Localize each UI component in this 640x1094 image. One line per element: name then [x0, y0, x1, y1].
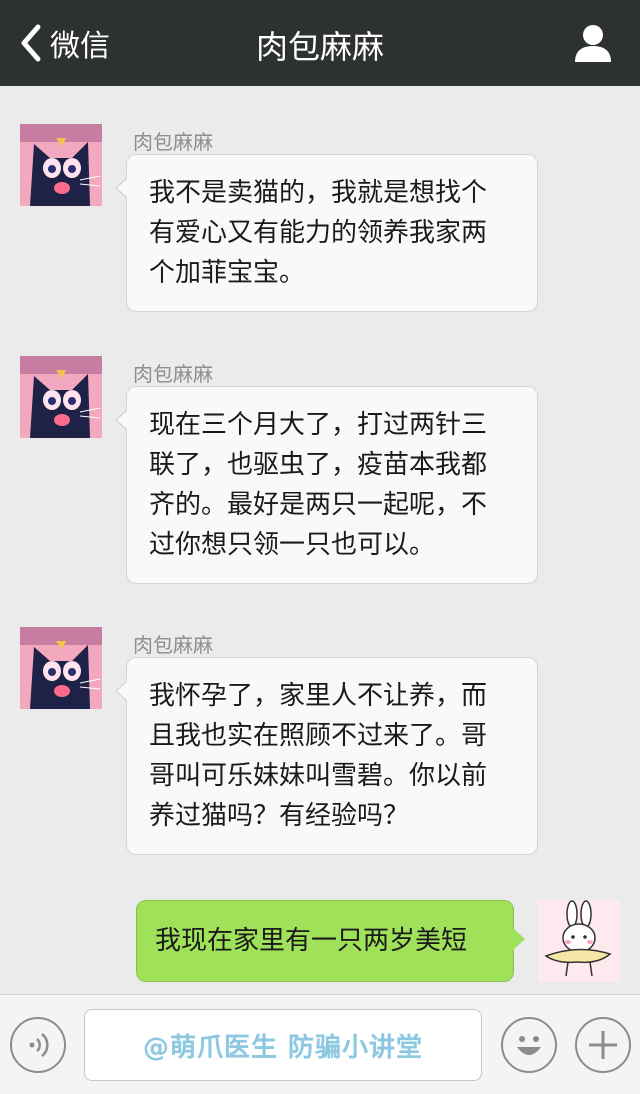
- chat-title: 肉包麻麻: [255, 28, 384, 66]
- sender-name: 肉包麻麻: [133, 633, 213, 657]
- message-line: 个加菲宝宝。: [149, 258, 306, 288]
- incoming-message-bubble[interactable]: 我不是卖猫的，我就是想找个 有爱心又有能力的领养我家两 个加菲宝宝。: [115, 154, 538, 312]
- person-icon[interactable]: [572, 22, 614, 64]
- input-toolbar: @萌爪医生 防骗小讲堂: [0, 994, 640, 1094]
- message-line: 养过猫吗？有经验吗？: [149, 801, 410, 831]
- message-line: 我怀孕了，家里人不让养，而: [149, 681, 488, 711]
- incoming-message-bubble[interactable]: 现在三个月大了，打过两针三 联了，也驱虫了，疫苗本我都 齐的。最好是两只一起呢，…: [115, 386, 538, 584]
- message-line: 且我也实在照顾不过来了。哥: [149, 721, 488, 751]
- message-line: 哥叫可乐妹妹叫雪碧。你以前: [149, 761, 488, 791]
- watermark-text: @萌爪医生 防骗小讲堂: [142, 1032, 424, 1063]
- more-button[interactable]: [575, 1017, 631, 1073]
- message-line: 齐的。最好是两只一起呢，不: [149, 490, 488, 520]
- incoming-message-bubble[interactable]: 我怀孕了，家里人不让养，而 且我也实在照顾不过来了。哥 哥叫可乐妹妹叫雪碧。你以…: [115, 657, 538, 855]
- emoji-button[interactable]: [501, 1017, 557, 1073]
- message-input[interactable]: @萌爪医生 防骗小讲堂: [84, 1009, 482, 1081]
- message-line: 现在三个月大了，打过两针三: [149, 410, 488, 440]
- sender-name: 肉包麻麻: [133, 130, 213, 154]
- cat-avatar[interactable]: [20, 356, 102, 438]
- cat-avatar[interactable]: [20, 124, 102, 206]
- message-line: 联了，也驱虫了，疫苗本我都: [149, 450, 488, 480]
- bunny-avatar[interactable]: [538, 900, 620, 982]
- outgoing-message-bubble[interactable]: 我现在家里有一只两岁美短: [136, 900, 525, 982]
- emoji-icon: [517, 1036, 541, 1055]
- voice-icon: [29, 1033, 49, 1057]
- message-line: 我不是卖猫的，我就是想找个: [149, 178, 488, 208]
- plus-icon: [589, 1031, 617, 1059]
- chat-header: 微信 肉包麻麻: [0, 0, 640, 86]
- sender-name: 肉包麻麻: [133, 362, 213, 386]
- voice-button[interactable]: [10, 1017, 66, 1073]
- message-line: 有爱心又有能力的领养我家两: [149, 218, 488, 248]
- cat-avatar[interactable]: [20, 627, 102, 709]
- message-line: 过你想只领一只也可以。: [149, 530, 436, 560]
